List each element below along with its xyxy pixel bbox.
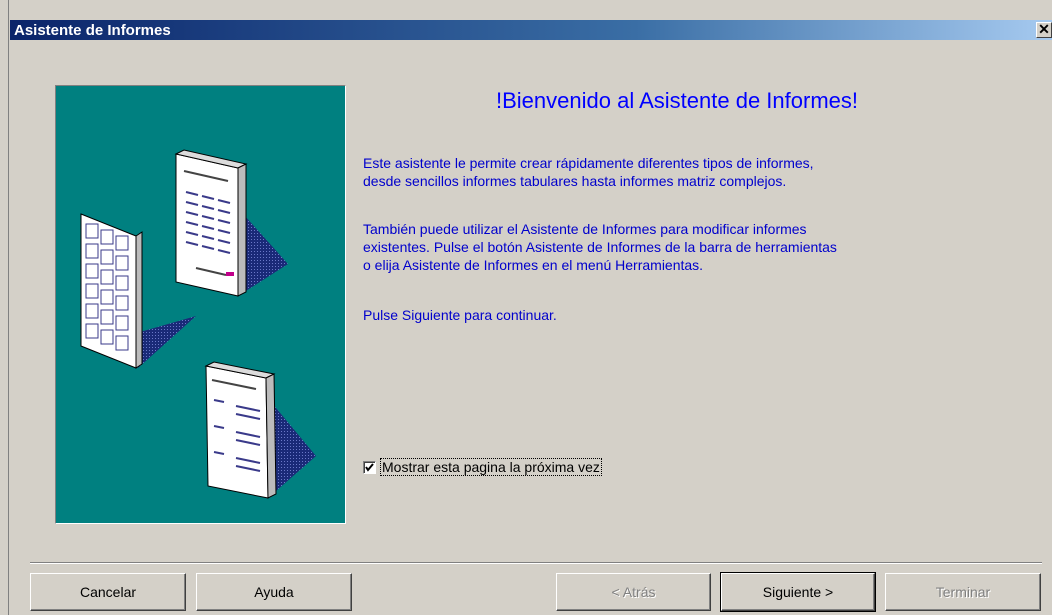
close-icon: ✕: [1038, 21, 1050, 37]
show-again-checkbox[interactable]: [363, 460, 376, 474]
wizard-client-area: !Bienvenido al Asistente de Informes! Es…: [10, 40, 1052, 615]
grouped-report-page: [204, 361, 316, 499]
window-left-frame: [0, 0, 10, 615]
checkmark-icon: [365, 462, 374, 472]
modify-paragraph: También puede utilizar el Asistente de I…: [363, 221, 837, 273]
show-again-option[interactable]: Mostrar esta pagina la próxima vez: [363, 458, 602, 476]
report-pages-illustration: [80, 149, 316, 499]
back-button[interactable]: < Atrás: [556, 573, 711, 611]
intro-paragraph: Este asistente le permite crear rápidame…: [363, 155, 814, 189]
show-again-label[interactable]: Mostrar esta pagina la próxima vez: [380, 458, 602, 476]
help-button[interactable]: Ayuda: [196, 573, 352, 611]
tabular-report-page: [174, 149, 288, 297]
continue-paragraph: Pulse Siguiente para continuar.: [363, 307, 557, 323]
button-separator: [30, 562, 1042, 564]
wizard-heading: !Bienvenido al Asistente de Informes!: [496, 88, 858, 113]
next-button[interactable]: Siguiente >: [720, 572, 876, 612]
window-title: Asistente de Informes: [14, 22, 171, 39]
finish-button[interactable]: Terminar: [885, 573, 1041, 611]
wizard-illustration: [55, 85, 346, 524]
title-bar[interactable]: Asistente de Informes ✕: [10, 20, 1052, 40]
close-button[interactable]: ✕: [1036, 22, 1052, 38]
cancel-button[interactable]: Cancelar: [30, 573, 186, 611]
